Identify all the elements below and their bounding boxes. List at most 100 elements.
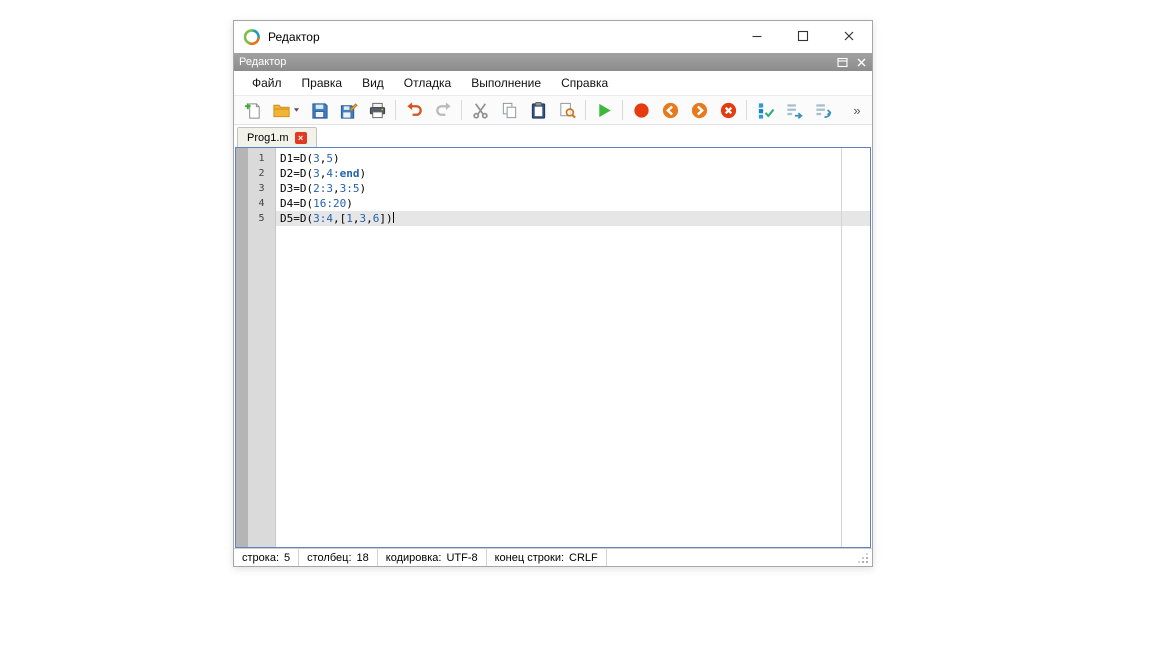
code-token: )	[360, 182, 367, 195]
find-magnifier-icon	[558, 101, 577, 120]
code-token: end	[340, 167, 360, 180]
code-token: 3	[313, 167, 320, 180]
find-button[interactable]	[553, 97, 581, 123]
status-encoding-value: UTF-8	[446, 552, 477, 564]
code-token: ,	[353, 212, 360, 225]
code-lines[interactable]: D1=D(3,5)D2=D(3,4:end)D3=D(2:3,3:5)D4=D(…	[276, 148, 870, 547]
menu-help[interactable]: Справка	[551, 73, 618, 93]
minimize-button[interactable]	[734, 21, 780, 53]
window-titlebar: Редактор	[234, 21, 872, 53]
status-bar: строка: 5 столбец: 18 кодировка: UTF-8 к…	[234, 548, 872, 566]
line-number: 5	[248, 211, 275, 226]
line-number: 1	[248, 151, 275, 166]
toolbar-overflow-button[interactable]: »	[847, 97, 867, 123]
paste-button[interactable]	[524, 97, 552, 123]
code-token: ,[	[333, 212, 346, 225]
tab-bar: Prog1.m ×	[234, 125, 872, 147]
save-button[interactable]	[305, 97, 333, 123]
mdi-buttons	[837, 57, 867, 68]
step-forward-button[interactable]	[685, 97, 713, 123]
abort-button[interactable]	[714, 97, 742, 123]
status-line-label: строка:	[242, 552, 279, 564]
close-button[interactable]	[826, 21, 872, 53]
mdi-titlebar: Редактор	[234, 53, 872, 71]
code-token: 2:3	[313, 182, 333, 195]
tab-prog1[interactable]: Prog1.m ×	[237, 127, 317, 147]
status-column: столбец: 18	[299, 549, 378, 566]
step-over-button[interactable]	[780, 97, 808, 123]
step-back-button[interactable]	[656, 97, 684, 123]
status-eol-value: CRLF	[569, 552, 598, 564]
back-arrow-icon	[661, 101, 680, 120]
code-token: D2=D(	[280, 167, 313, 180]
stop-button[interactable]	[627, 97, 655, 123]
stop-circle-icon	[632, 101, 651, 120]
print-button[interactable]	[363, 97, 391, 123]
mdi-title: Редактор	[239, 56, 286, 68]
menu-edit[interactable]: Правка	[292, 73, 353, 93]
toolbar-separator	[461, 100, 462, 120]
menu-view[interactable]: Вид	[352, 73, 394, 93]
code-line[interactable]: D3=D(2:3,3:5)	[276, 181, 870, 196]
menu-file[interactable]: Файл	[242, 73, 292, 93]
paste-clipboard-icon	[529, 101, 548, 120]
new-file-icon	[244, 101, 263, 120]
copy-button[interactable]	[495, 97, 523, 123]
status-encoding-label: кодировка:	[386, 552, 442, 564]
breakpoint-list-icon	[756, 101, 775, 120]
code-token: 1	[346, 212, 353, 225]
code-token: )	[333, 152, 340, 165]
tab-label: Prog1.m	[247, 132, 289, 144]
gutter-numbers: 12345	[248, 148, 276, 547]
copy-icon	[500, 101, 519, 120]
code-line[interactable]: D1=D(3,5)	[276, 151, 870, 166]
code-line[interactable]: D5=D(3:4,[1,3,6])	[276, 211, 870, 226]
mdi-close-icon[interactable]	[856, 57, 867, 68]
app-logo-icon	[244, 29, 260, 45]
toolbar-separator	[395, 100, 396, 120]
mdi-restore-icon[interactable]	[837, 57, 848, 68]
code-token: 3:4	[313, 212, 333, 225]
menu-run[interactable]: Выполнение	[461, 73, 551, 93]
maximize-icon	[797, 30, 809, 45]
breakpoints-button[interactable]	[751, 97, 779, 123]
toolbar-separator	[622, 100, 623, 120]
code-token: 5	[326, 152, 333, 165]
code-token: ])	[379, 212, 392, 225]
status-line: строка: 5	[234, 549, 299, 566]
caption-buttons	[734, 21, 872, 53]
cut-scissors-icon	[471, 101, 490, 120]
code-line[interactable]: D2=D(3,4:end)	[276, 166, 870, 181]
step-over-icon	[785, 101, 804, 120]
open-folder-icon	[272, 101, 291, 120]
code-token: )	[346, 197, 353, 210]
step-out-button[interactable]	[809, 97, 837, 123]
resize-grip-icon[interactable]	[858, 553, 868, 563]
save-as-icon	[339, 101, 358, 120]
code-editor[interactable]: 12345 D1=D(3,5)D2=D(3,4:end)D3=D(2:3,3:5…	[235, 147, 871, 548]
open-dropdown-arrow-icon[interactable]	[293, 107, 300, 113]
code-token: )	[360, 167, 367, 180]
toolbar-separator	[746, 100, 747, 120]
forward-arrow-icon	[690, 101, 709, 120]
code-token: D5=D(	[280, 212, 313, 225]
save-as-button[interactable]	[334, 97, 362, 123]
undo-button[interactable]	[400, 97, 428, 123]
text-caret	[393, 212, 394, 223]
new-file-button[interactable]	[239, 97, 267, 123]
menu-debug[interactable]: Отладка	[394, 73, 461, 93]
editor-margin-strip	[236, 148, 248, 547]
line-number: 2	[248, 166, 275, 181]
code-line[interactable]: D4=D(16:20)	[276, 196, 870, 211]
cut-button[interactable]	[466, 97, 494, 123]
open-file-button[interactable]	[268, 97, 304, 123]
run-button[interactable]	[590, 97, 618, 123]
line-number: 3	[248, 181, 275, 196]
tab-close-icon[interactable]: ×	[295, 132, 307, 144]
maximize-button[interactable]	[780, 21, 826, 53]
status-column-value: 18	[357, 552, 369, 564]
status-encoding: кодировка: UTF-8	[378, 549, 487, 566]
close-icon	[843, 30, 855, 45]
menu-bar: Файл Правка Вид Отладка Выполнение Справ…	[234, 71, 872, 95]
redo-button[interactable]	[429, 97, 457, 123]
